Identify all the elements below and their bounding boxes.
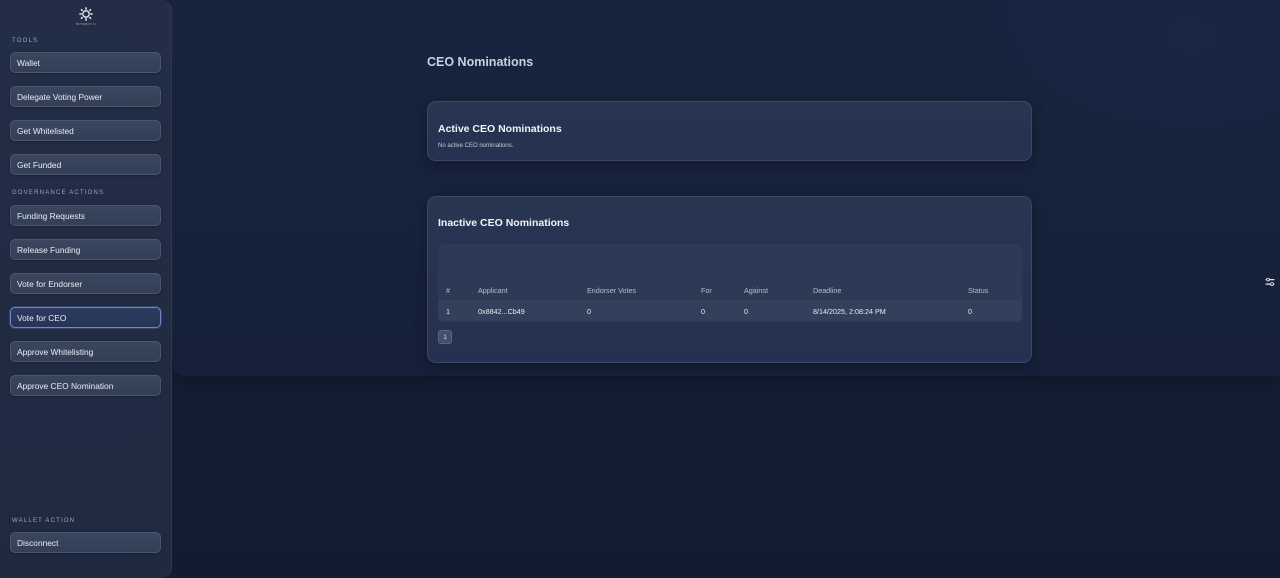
nav-vote-for-ceo-button[interactable]: Vote for CEO xyxy=(10,307,161,328)
logo-text: BOTEBOT.AI xyxy=(76,22,96,26)
column-header-against: Against xyxy=(744,286,768,295)
cell-against: 0 xyxy=(744,307,748,316)
cell-number: 1 xyxy=(446,307,450,316)
section-label-wallet: WALLET ACTION xyxy=(12,518,76,524)
nav-approve-ceo-nomination-button[interactable]: Approve CEO Nomination xyxy=(10,375,161,396)
cell-applicant: 0x8842...Cb49 xyxy=(478,307,525,316)
pagination-page-button[interactable]: 1 xyxy=(438,330,452,344)
column-header-endorser-votes: Endorser Votes xyxy=(587,286,637,295)
toggle-settings-icon[interactable] xyxy=(1265,277,1275,287)
cell-endorser-votes: 0 xyxy=(587,307,591,316)
column-header-for: For xyxy=(701,286,712,295)
nav-get-funded-button[interactable]: Get Funded xyxy=(10,154,161,175)
inactive-nominations-title: Inactive CEO Nominations xyxy=(438,217,570,229)
column-header-applicant: Applicant xyxy=(478,286,508,295)
nav-approve-whitelisting-button[interactable]: Approve Whitelisting xyxy=(10,341,161,362)
nav-get-whitelisted-button[interactable]: Get Whitelisted xyxy=(10,120,161,141)
active-nominations-title: Active CEO Nominations xyxy=(438,123,562,135)
sidebar: BOTEBOT.AI TOOLS Wallet Delegate Voting … xyxy=(0,0,172,578)
column-header-number: # xyxy=(446,286,450,295)
cell-status: 0 xyxy=(968,307,972,316)
page-title: CEO Nominations xyxy=(427,55,534,69)
brand-logo[interactable]: BOTEBOT.AI xyxy=(76,7,96,27)
nav-release-funding-button[interactable]: Release Funding xyxy=(10,239,161,260)
disconnect-button[interactable]: Disconnect xyxy=(10,532,161,553)
nav-funding-requests-button[interactable]: Funding Requests xyxy=(10,205,161,226)
table-row[interactable] xyxy=(438,300,1022,321)
column-header-status: Status xyxy=(968,286,989,295)
nav-wallet-button[interactable]: Wallet xyxy=(10,52,161,73)
section-label-governance: GOVERNANCE ACTIONS xyxy=(12,190,105,196)
section-label-tools: TOOLS xyxy=(12,38,39,44)
nominations-table: # Applicant Endorser Votes For Against D… xyxy=(438,244,1022,322)
inactive-nominations-card: Inactive CEO Nominations # Applicant End… xyxy=(427,196,1032,363)
active-nominations-card: Active CEO Nominations No active CEO nom… xyxy=(427,101,1032,161)
nav-delegate-voting-power-button[interactable]: Delegate Voting Power xyxy=(10,86,161,107)
cell-deadline: 8/14/2025, 2:08:24 PM xyxy=(813,307,886,316)
column-header-deadline: Deadline xyxy=(813,286,842,295)
gear-logo-icon xyxy=(79,7,93,21)
cell-for: 0 xyxy=(701,307,705,316)
active-nominations-empty-text: No active CEO nominations. xyxy=(438,143,514,149)
nav-vote-for-endorser-button[interactable]: Vote for Endorser xyxy=(10,273,161,294)
